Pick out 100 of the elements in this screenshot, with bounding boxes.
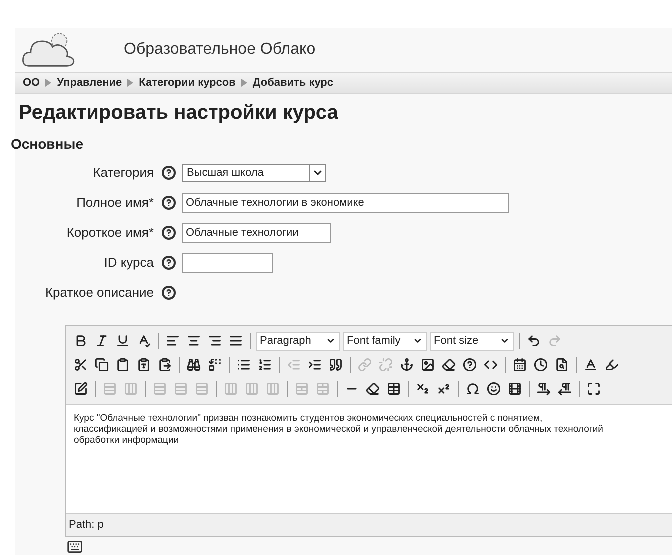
paste-icon bbox=[158, 358, 172, 372]
toolbar-button[interactable] bbox=[535, 380, 553, 398]
unlink-icon bbox=[379, 358, 393, 372]
numbered-list-icon bbox=[258, 358, 272, 372]
field-label: Краткое описание bbox=[45, 284, 154, 302]
toolbar-button[interactable] bbox=[511, 356, 529, 374]
outdent-icon bbox=[287, 358, 301, 372]
toolbar-button[interactable] bbox=[185, 356, 203, 374]
indent-icon bbox=[308, 358, 322, 372]
help-icon[interactable] bbox=[162, 286, 176, 300]
breadcrumb-link[interactable]: Управление bbox=[57, 74, 122, 92]
breadcrumb-link[interactable]: ОО bbox=[23, 74, 40, 92]
section-title: Основные bbox=[11, 135, 84, 154]
toolbar-button[interactable] bbox=[419, 356, 437, 374]
bold-icon bbox=[74, 334, 88, 348]
align-justify-icon bbox=[229, 334, 243, 348]
text-field[interactable]: Облачные технологии в экономике bbox=[182, 193, 509, 213]
toolbar-button[interactable] bbox=[485, 380, 503, 398]
rows-icon bbox=[103, 382, 117, 396]
image-icon bbox=[421, 358, 435, 372]
text-field[interactable]: Облачные технологии bbox=[182, 223, 331, 243]
toolbar-button[interactable] bbox=[398, 356, 416, 374]
scissors-icon bbox=[74, 358, 88, 372]
text-color-icon bbox=[584, 358, 598, 372]
toolbar-button[interactable] bbox=[585, 380, 603, 398]
film-icon bbox=[508, 382, 522, 396]
ltr-icon bbox=[537, 382, 551, 396]
editor-text-area[interactable] bbox=[66, 404, 672, 514]
clock-icon bbox=[534, 358, 548, 372]
help-icon bbox=[463, 358, 477, 372]
keyboard-icon[interactable] bbox=[67, 539, 83, 555]
toolbar-button[interactable] bbox=[532, 356, 550, 374]
toolbar-button[interactable] bbox=[461, 356, 479, 374]
binoculars-icon bbox=[187, 358, 201, 372]
caret-icon bbox=[413, 336, 423, 346]
toolbar-dropdown[interactable]: Paragraph bbox=[256, 332, 340, 350]
help-icon[interactable] bbox=[162, 256, 176, 270]
toolbar-button[interactable] bbox=[206, 356, 224, 374]
help-icon[interactable] bbox=[162, 226, 176, 240]
clipboard-icon bbox=[116, 358, 130, 372]
toolbar-button[interactable] bbox=[364, 380, 382, 398]
help-icon[interactable] bbox=[162, 166, 176, 180]
page-title: Редактировать настройки курса bbox=[19, 101, 340, 126]
edit-icon bbox=[74, 382, 88, 396]
preview-icon bbox=[555, 358, 569, 372]
italic-icon bbox=[95, 334, 109, 348]
breadcrumb-link[interactable]: Категории курсов bbox=[139, 74, 236, 92]
caret-icon bbox=[500, 336, 510, 346]
spellcheck-icon bbox=[137, 334, 151, 348]
toolbar-dropdown[interactable]: Font family bbox=[343, 332, 427, 350]
columns-icon bbox=[224, 382, 238, 396]
toolbar-dropdown[interactable]: Font size bbox=[430, 332, 514, 350]
rows-icon bbox=[195, 382, 209, 396]
align-left-icon bbox=[166, 334, 180, 348]
underline-icon bbox=[116, 334, 130, 348]
omega-icon bbox=[466, 382, 480, 396]
field-label: Короткое имя* bbox=[66, 224, 154, 242]
subscript-icon bbox=[416, 382, 430, 396]
field-label: Полное имя* bbox=[76, 194, 154, 212]
copy-icon bbox=[95, 358, 109, 372]
arrow-icon bbox=[240, 78, 248, 87]
align-right-icon bbox=[208, 334, 222, 348]
category-select[interactable]: Высшая школа bbox=[182, 164, 326, 182]
quote-icon bbox=[329, 358, 343, 372]
paste-text-icon bbox=[137, 358, 151, 372]
field-label: Категория bbox=[93, 164, 154, 182]
smiley-icon bbox=[487, 382, 501, 396]
path-label: Path: p bbox=[69, 518, 104, 533]
undo-icon bbox=[527, 334, 541, 348]
superscript-icon bbox=[437, 382, 451, 396]
toolbar-button[interactable] bbox=[556, 380, 574, 398]
columns-icon bbox=[266, 382, 280, 396]
calendar-icon bbox=[513, 358, 527, 372]
replace-icon bbox=[208, 358, 222, 372]
table-icon bbox=[387, 382, 401, 396]
redo-icon bbox=[548, 334, 562, 348]
toolbar-button[interactable] bbox=[327, 356, 345, 374]
help-icon[interactable] bbox=[162, 196, 176, 210]
toolbar-button[interactable] bbox=[93, 356, 111, 374]
bullet-list-icon bbox=[237, 358, 251, 372]
site-name: Образовательное Облако bbox=[124, 40, 316, 60]
toolbar-button[interactable] bbox=[72, 380, 90, 398]
merge-cells-icon bbox=[316, 382, 330, 396]
anchor-icon bbox=[400, 358, 414, 372]
columns-icon bbox=[124, 382, 138, 396]
eraser-icon bbox=[442, 358, 456, 372]
arrow-icon bbox=[45, 78, 52, 87]
toolbar-button[interactable] bbox=[385, 380, 403, 398]
toolbar-button[interactable] bbox=[506, 380, 524, 398]
caret-icon bbox=[326, 336, 336, 346]
field-label: ID курса bbox=[104, 254, 154, 272]
code-icon bbox=[484, 358, 498, 372]
arrow-icon bbox=[127, 78, 134, 87]
toolbar-button[interactable] bbox=[440, 356, 458, 374]
link-icon bbox=[358, 358, 372, 372]
split-cells-icon bbox=[295, 382, 309, 396]
breadcrumb-current[interactable]: Добавить курс bbox=[252, 74, 334, 92]
text-field[interactable] bbox=[182, 253, 273, 273]
rows-icon bbox=[174, 382, 188, 396]
eraser-icon bbox=[366, 382, 380, 396]
